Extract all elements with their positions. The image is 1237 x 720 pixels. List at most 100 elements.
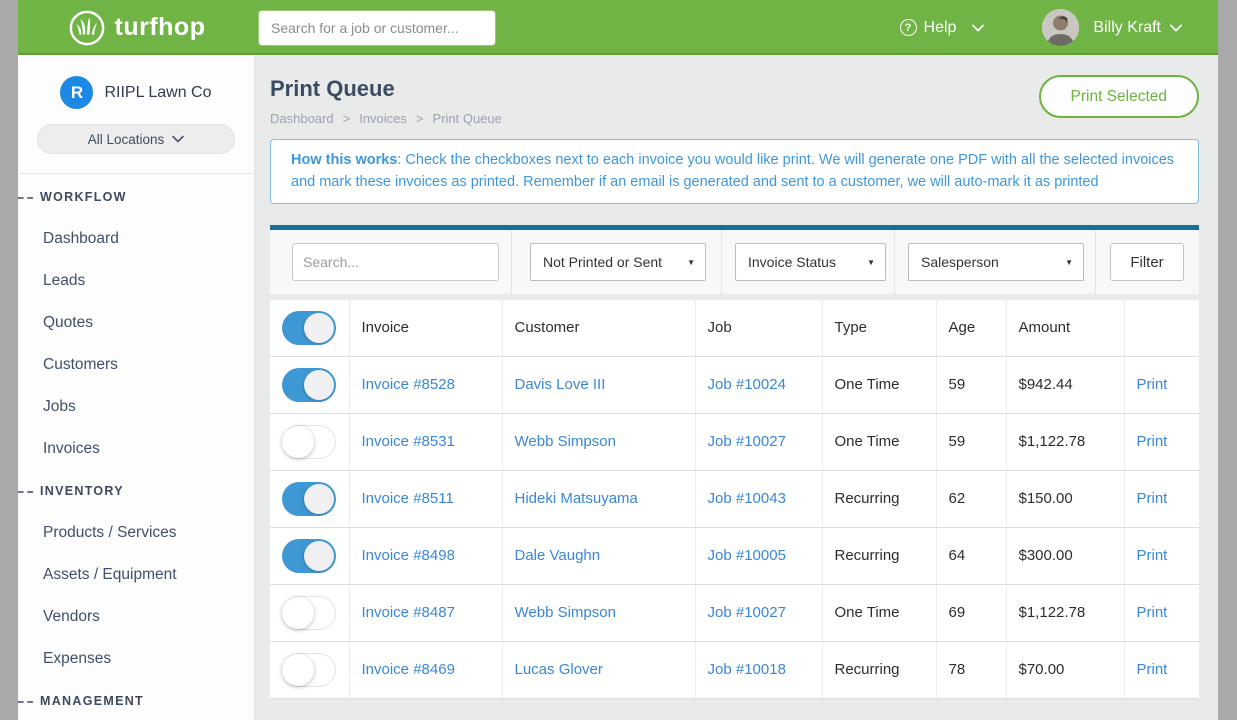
invoice-type: One Time xyxy=(835,604,900,621)
table-row: Invoice #8487 Webb Simpson Job #10027 On… xyxy=(270,584,1199,641)
toggle-knob xyxy=(304,370,334,400)
toggle-knob xyxy=(304,484,334,514)
invoice-amount: $942.44 xyxy=(1019,376,1073,393)
invoice-age: 78 xyxy=(949,661,966,678)
row-select-toggle[interactable] xyxy=(282,368,336,402)
sidebar-item-vendors[interactable]: Vendors xyxy=(18,608,254,626)
chevron-down-icon xyxy=(972,24,984,32)
sidebar-item-assets-equipment[interactable]: Assets / Equipment xyxy=(18,566,254,584)
select-all-toggle[interactable] xyxy=(282,311,336,345)
filter-bar: Not Printed or Sent ▼ Invoice Status ▼ S… xyxy=(270,225,1199,294)
location-selector[interactable]: All Locations xyxy=(37,124,235,154)
section-dash-icon xyxy=(18,701,33,703)
sidebar-item-quotes[interactable]: Quotes xyxy=(18,314,254,332)
table-row: Invoice #8469 Lucas Glover Job #10018 Re… xyxy=(270,641,1199,698)
global-search-input[interactable] xyxy=(258,10,496,46)
sidebar-nav: WORKFLOW Dashboard Leads Quotes Customer… xyxy=(18,173,254,720)
row-select-toggle[interactable] xyxy=(282,482,336,516)
chevron-down-icon xyxy=(172,135,184,143)
column-header-type: Type xyxy=(822,300,936,356)
table-search-input[interactable] xyxy=(292,243,499,281)
customer-link[interactable]: Lucas Glover xyxy=(515,661,603,678)
customer-link[interactable]: Webb Simpson xyxy=(515,604,616,621)
invoice-link[interactable]: Invoice #8487 xyxy=(362,604,455,621)
brand-logo[interactable]: turfhop xyxy=(18,9,255,47)
toggle-knob xyxy=(282,654,314,686)
customer-link[interactable]: Dale Vaughn xyxy=(515,547,601,564)
breadcrumb: Dashboard > Invoices > Print Queue xyxy=(270,111,502,126)
sidebar-item-invoices[interactable]: Invoices xyxy=(18,440,254,458)
table-row: Invoice #8528 Davis Love III Job #10024 … xyxy=(270,356,1199,413)
print-link[interactable]: Print xyxy=(1137,547,1168,564)
printed-status-select[interactable]: Not Printed or Sent ▼ xyxy=(530,243,706,281)
turfhop-grass-icon xyxy=(68,9,106,47)
print-link[interactable]: Print xyxy=(1137,661,1168,678)
chevron-down-icon[interactable] xyxy=(1170,24,1182,32)
job-link[interactable]: Job #10024 xyxy=(708,376,786,393)
main-content: Print Queue Dashboard > Invoices > Print… xyxy=(255,55,1218,720)
top-navbar: turfhop ? Help Billy Kraft xyxy=(18,0,1218,55)
filter-button[interactable]: Filter xyxy=(1110,243,1184,281)
company-logo: R xyxy=(60,76,93,109)
invoice-type: One Time xyxy=(835,376,900,393)
table-header-row: Invoice Customer Job Type Age Amount xyxy=(270,300,1199,356)
toggle-knob xyxy=(282,426,314,458)
invoice-amount: $1,122.78 xyxy=(1019,433,1086,450)
print-link[interactable]: Print xyxy=(1137,433,1168,450)
print-selected-button[interactable]: Print Selected xyxy=(1039,75,1200,118)
customer-link[interactable]: Davis Love III xyxy=(515,376,606,393)
job-link[interactable]: Job #10027 xyxy=(708,604,786,621)
invoice-link[interactable]: Invoice #8498 xyxy=(362,547,455,564)
invoice-status-select[interactable]: Invoice Status ▼ xyxy=(735,243,886,281)
user-avatar[interactable] xyxy=(1042,9,1079,46)
print-link[interactable]: Print xyxy=(1137,490,1168,507)
print-link[interactable]: Print xyxy=(1137,376,1168,393)
table-row: Invoice #8511 Hideki Matsuyama Job #1004… xyxy=(270,470,1199,527)
table-row: Invoice #8498 Dale Vaughn Job #10005 Rec… xyxy=(270,527,1199,584)
invoice-age: 64 xyxy=(949,547,966,564)
salesperson-select[interactable]: Salesperson ▼ xyxy=(908,243,1084,281)
row-select-toggle[interactable] xyxy=(282,596,336,630)
note-body: : Check the checkboxes next to each invo… xyxy=(291,152,1174,190)
job-link[interactable]: Job #10043 xyxy=(708,490,786,507)
toggle-knob xyxy=(304,313,334,343)
help-menu[interactable]: ? Help xyxy=(900,19,985,37)
toggle-knob xyxy=(282,597,314,629)
invoice-link[interactable]: Invoice #8469 xyxy=(362,661,455,678)
invoice-link[interactable]: Invoice #8531 xyxy=(362,433,455,450)
breadcrumb-print-queue: Print Queue xyxy=(433,111,502,126)
row-select-toggle[interactable] xyxy=(282,425,336,459)
job-link[interactable]: Job #10027 xyxy=(708,433,786,450)
invoice-age: 62 xyxy=(949,490,966,507)
sidebar-item-leads[interactable]: Leads xyxy=(18,272,254,290)
user-name[interactable]: Billy Kraft xyxy=(1093,19,1161,37)
sidebar-item-products-services[interactable]: Products / Services xyxy=(18,524,254,542)
section-dash-icon xyxy=(18,197,33,199)
row-select-toggle[interactable] xyxy=(282,539,336,573)
column-header-job: Job xyxy=(695,300,822,356)
breadcrumb-invoices[interactable]: Invoices xyxy=(359,111,407,126)
job-link[interactable]: Job #10018 xyxy=(708,661,786,678)
sidebar: R RIIPL Lawn Co All Locations WORKFLOW D… xyxy=(18,55,255,720)
select-arrow-icon: ▼ xyxy=(867,258,875,267)
invoice-type: One Time xyxy=(835,433,900,450)
job-link[interactable]: Job #10005 xyxy=(708,547,786,564)
invoice-table: Invoice Customer Job Type Age Amount Inv… xyxy=(270,300,1199,699)
invoice-age: 59 xyxy=(949,376,966,393)
invoice-link[interactable]: Invoice #8511 xyxy=(362,490,454,507)
column-header-amount: Amount xyxy=(1006,300,1124,356)
customer-link[interactable]: Webb Simpson xyxy=(515,433,616,450)
print-link[interactable]: Print xyxy=(1137,604,1168,621)
sidebar-item-dashboard[interactable]: Dashboard xyxy=(18,230,254,248)
customer-link[interactable]: Hideki Matsuyama xyxy=(515,490,638,507)
sidebar-item-expenses[interactable]: Expenses xyxy=(18,650,254,668)
column-header-actions xyxy=(1124,300,1199,356)
help-icon: ? xyxy=(900,19,917,36)
sidebar-item-jobs[interactable]: Jobs xyxy=(18,398,254,416)
row-select-toggle[interactable] xyxy=(282,653,336,687)
breadcrumb-dashboard[interactable]: Dashboard xyxy=(270,111,334,126)
column-header-invoice: Invoice xyxy=(349,300,502,356)
company-header: R RIIPL Lawn Co xyxy=(18,55,254,109)
sidebar-item-customers[interactable]: Customers xyxy=(18,356,254,374)
invoice-link[interactable]: Invoice #8528 xyxy=(362,376,455,393)
